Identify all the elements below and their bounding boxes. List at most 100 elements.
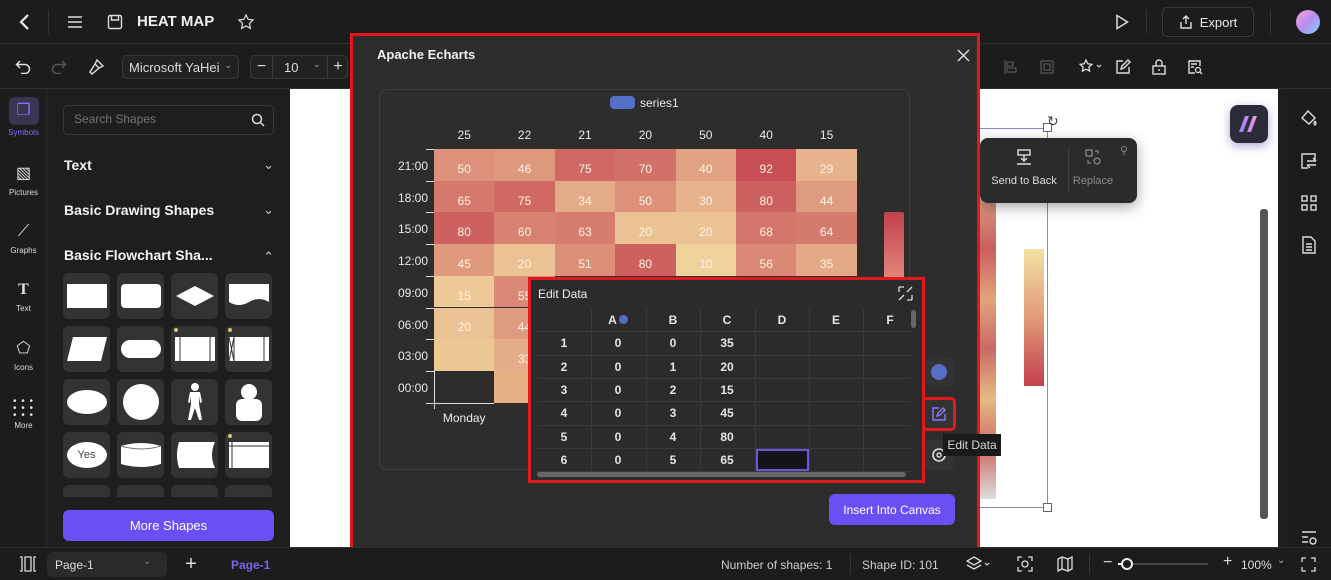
grid-cell[interactable]: 0: [591, 406, 645, 420]
rotate-icon[interactable]: ↻: [1047, 113, 1059, 130]
shape-circle[interactable]: [117, 379, 164, 425]
format-painter-icon[interactable]: [85, 56, 107, 78]
replace-button[interactable]: Replace: [1070, 148, 1116, 187]
increase-icon[interactable]: +: [327, 56, 348, 78]
edit-data-button[interactable]: [922, 397, 956, 431]
grid-cell[interactable]: 2: [646, 383, 700, 397]
add-page-icon[interactable]: +: [180, 553, 202, 575]
lock-icon[interactable]: [1148, 56, 1170, 78]
send-to-back-button[interactable]: Send to Back: [986, 148, 1062, 187]
grid-cell[interactable]: 65: [700, 453, 754, 467]
decrease-icon[interactable]: −: [251, 56, 273, 78]
shape-internal-storage[interactable]: [225, 432, 272, 478]
save-icon[interactable]: [104, 10, 126, 34]
grid-cell[interactable]: 35: [700, 336, 754, 350]
convert-icon[interactable]: [1297, 149, 1321, 173]
data-grid[interactable]: A B C D E F 1 0 0 35 2 0 1 20 3 0 2 15 4 0 3 45 5 0 4 80 6 0 5 65: [537, 308, 911, 473]
document-title[interactable]: HEAT MAP: [137, 13, 214, 30]
column-header[interactable]: C: [700, 313, 754, 327]
grid-icon[interactable]: [1297, 191, 1321, 215]
fill-icon[interactable]: [1297, 107, 1321, 131]
rail-item-more[interactable]: • • • • • • • • • More: [0, 396, 47, 431]
resize-handle[interactable]: [1043, 503, 1052, 512]
section-basic-drawing-shapes[interactable]: Basic Drawing Shapes ⌄: [64, 202, 274, 218]
more-shapes-button[interactable]: More Shapes: [63, 510, 274, 541]
pin-icon[interactable]: ⚲: [1120, 144, 1128, 157]
page-select[interactable]: Page-1 ⌄: [47, 552, 167, 577]
row-header[interactable]: 5: [537, 430, 591, 444]
chevron-down-icon[interactable]: ⌄: [1277, 555, 1285, 566]
ai-assistant-button[interactable]: [1230, 105, 1268, 143]
align-icon[interactable]: [1000, 56, 1022, 78]
settings-list-icon[interactable]: [1297, 529, 1321, 547]
search-shapes-field[interactable]: [63, 105, 274, 135]
grid-vertical-scrollbar[interactable]: [911, 310, 916, 328]
list-doc-icon[interactable]: [1297, 233, 1321, 257]
page-tab-active[interactable]: Page-1: [231, 558, 270, 572]
fullscreen-icon[interactable]: [1298, 554, 1318, 574]
collapse-icon[interactable]: [897, 285, 913, 301]
map-icon[interactable]: [1054, 554, 1076, 574]
grid-cell[interactable]: 45: [700, 406, 754, 420]
shape-item[interactable]: [117, 485, 164, 497]
grid-cell[interactable]: 1: [646, 360, 700, 374]
shape-stored-data[interactable]: [171, 432, 218, 478]
rail-item-text[interactable]: T Text: [0, 279, 47, 313]
column-header[interactable]: E: [809, 313, 863, 327]
grid-cell[interactable]: 20: [700, 360, 754, 374]
shape-predefined-process-x[interactable]: [225, 326, 272, 372]
layers-icon[interactable]: [964, 554, 994, 574]
rail-item-icons[interactable]: ⬠ Icons: [0, 338, 47, 372]
shape-document[interactable]: [225, 273, 272, 319]
grid-horizontal-scrollbar[interactable]: [537, 472, 906, 477]
search-icon[interactable]: [251, 113, 265, 127]
star-icon[interactable]: [234, 10, 258, 34]
shape-diamond[interactable]: [171, 273, 218, 319]
page-panel-icon[interactable]: [16, 554, 40, 574]
font-size-stepper[interactable]: − 10 ⌄ +: [250, 55, 348, 79]
zoom-slider-handle[interactable]: [1121, 558, 1133, 570]
zoom-value[interactable]: 100%: [1241, 558, 1272, 572]
series-color-button[interactable]: [924, 357, 954, 387]
back-icon[interactable]: [12, 10, 36, 34]
section-text[interactable]: Text ⌄: [64, 157, 274, 173]
column-header[interactable]: F: [863, 313, 917, 327]
grid-cell[interactable]: 15: [700, 383, 754, 397]
shape-ellipse[interactable]: [63, 379, 110, 425]
shape-rectangle[interactable]: [63, 273, 110, 319]
shape-terminator[interactable]: [117, 326, 164, 372]
magic-icon[interactable]: [1075, 56, 1105, 78]
row-header[interactable]: 3: [537, 383, 591, 397]
grid-cell[interactable]: 3: [646, 406, 700, 420]
grid-cell[interactable]: 5: [646, 453, 700, 467]
grid-cell[interactable]: 0: [591, 453, 645, 467]
zoom-slider[interactable]: [1118, 558, 1208, 570]
group-icon[interactable]: [1036, 56, 1058, 78]
row-header[interactable]: 2: [537, 360, 591, 374]
zoom-in-icon[interactable]: +: [1223, 553, 1232, 571]
rail-item-graphs[interactable]: ⟋ Graphs: [0, 221, 47, 255]
shape-cylinder[interactable]: [117, 432, 164, 478]
grid-cell[interactable]: 0: [591, 430, 645, 444]
font-family-select[interactable]: Microsoft YaHei ⌄: [122, 55, 239, 79]
column-header[interactable]: A: [591, 313, 645, 327]
zoom-out-icon[interactable]: −: [1103, 554, 1112, 572]
row-header[interactable]: 6: [537, 453, 591, 467]
edit-icon[interactable]: [1112, 56, 1134, 78]
chevron-down-icon[interactable]: ⌄: [313, 59, 321, 70]
shape-item[interactable]: [225, 485, 272, 497]
font-size-value[interactable]: 10: [284, 60, 298, 75]
shape-item[interactable]: [63, 485, 110, 497]
shape-actor[interactable]: [171, 379, 218, 425]
row-header[interactable]: 4: [537, 406, 591, 420]
export-button[interactable]: Export: [1162, 7, 1254, 37]
grid-cell[interactable]: 4: [646, 430, 700, 444]
column-header[interactable]: B: [646, 313, 700, 327]
menu-icon[interactable]: [63, 10, 87, 34]
search-input[interactable]: [74, 112, 244, 126]
play-icon[interactable]: [1110, 10, 1134, 34]
vertical-scrollbar[interactable]: [1260, 209, 1268, 519]
shape-parallelogram[interactable]: [63, 326, 110, 372]
grid-cell[interactable]: 0: [646, 336, 700, 350]
row-header[interactable]: 1: [537, 336, 591, 350]
